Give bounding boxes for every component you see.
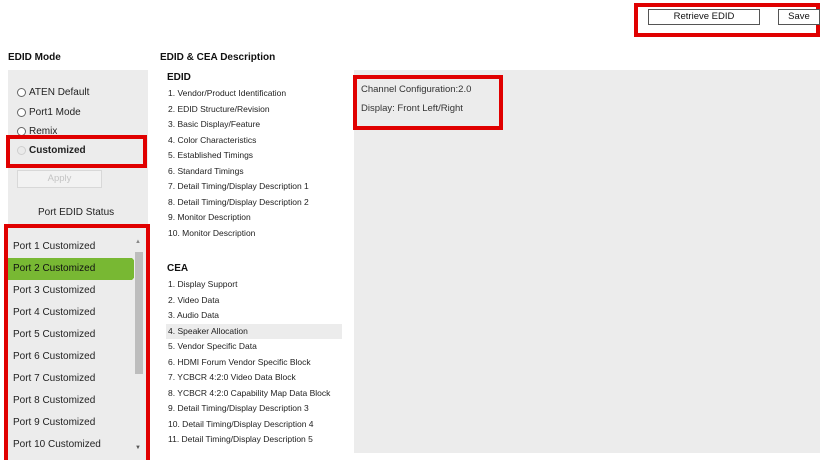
- edid-list-item[interactable]: 9. Monitor Description: [166, 210, 342, 226]
- edid-list-item[interactable]: 3. Basic Display/Feature: [166, 117, 342, 133]
- port-status-item[interactable]: Port 4 Customized: [8, 302, 132, 324]
- cea-section-header: CEA: [167, 263, 189, 274]
- port-status-item[interactable]: Port 3 Customized: [8, 280, 132, 302]
- port-list-scroll-thumb[interactable]: [135, 252, 143, 374]
- edid-list-item[interactable]: 10. Monitor Description: [166, 226, 342, 242]
- radio-aten-default[interactable]: ATEN Default: [17, 87, 89, 98]
- cea-list-item[interactable]: 3. Audio Data: [166, 308, 342, 324]
- port-status-item[interactable]: Port 5 Customized: [8, 324, 132, 346]
- edid-list-item[interactable]: 5. Established Timings: [166, 148, 342, 164]
- radio-button-icon[interactable]: [17, 88, 26, 97]
- customized-highlight-frame: [6, 135, 147, 168]
- port-status-item[interactable]: Port 6 Customized: [8, 346, 132, 368]
- edid-item-list: 1. Vendor/Product Identification 2. EDID …: [166, 86, 342, 241]
- cea-list-item[interactable]: 4. Speaker Allocation: [166, 323, 342, 339]
- cea-item-list: 1. Display Support 2. Video Data 3. Audio …: [166, 277, 342, 448]
- port-status-item[interactable]: Port 1 Customized: [8, 236, 132, 258]
- display-channels-text: Display: Front Left/Right: [361, 103, 463, 114]
- cea-list-item[interactable]: 2. Video Data: [166, 293, 342, 309]
- scroll-up-arrow-icon[interactable]: ▲: [135, 239, 141, 245]
- port-status-item[interactable]: Port 7 Customized: [8, 368, 132, 390]
- scroll-down-arrow-icon[interactable]: ▼: [135, 445, 141, 451]
- cea-list-item[interactable]: 1. Display Support: [166, 277, 342, 293]
- edid-list-item[interactable]: 1. Vendor/Product Identification: [166, 86, 342, 102]
- cea-list-item[interactable]: 11. Detail Timing/Display Description 5: [166, 432, 342, 448]
- port-edid-status-title: Port EDID Status: [38, 207, 115, 218]
- edid-list-item[interactable]: 8. Detail Timing/Display Description 2: [166, 195, 342, 211]
- save-button[interactable]: Save: [778, 9, 820, 25]
- cea-list-item[interactable]: 5. Vendor Specific Data: [166, 339, 342, 355]
- radio-button-icon[interactable]: [17, 108, 26, 117]
- radio-label: Port1 Mode: [29, 107, 81, 118]
- channel-configuration-text: Channel Configuration:2.0: [361, 84, 472, 95]
- cea-list-item[interactable]: 9. Detail Timing/Display Description 3: [166, 401, 342, 417]
- radio-label: ATEN Default: [29, 87, 90, 98]
- cea-list-item[interactable]: 6. HDMI Forum Vendor Specific Block: [166, 355, 342, 371]
- port-status-item[interactable]: Port 10 Customized: [8, 434, 132, 456]
- port-status-item[interactable]: Port 8 Customized: [8, 390, 132, 412]
- edid-cea-description-title: EDID & CEA Description: [160, 52, 276, 63]
- port-status-list: Port 1 Customized Port 2 Customized Port 3…: [8, 236, 142, 456]
- port-status-item[interactable]: Port 2 Customized: [8, 258, 142, 280]
- edid-mode-title: EDID Mode: [8, 52, 61, 63]
- edid-list-item[interactable]: 6. Standard Timings: [166, 164, 342, 180]
- port-status-item[interactable]: Port 9 Customized: [8, 412, 132, 434]
- apply-button[interactable]: Apply: [17, 170, 102, 188]
- edid-list-item[interactable]: 4. Color Characteristics: [166, 133, 342, 149]
- edid-section-header: EDID: [167, 72, 191, 83]
- cea-list-item[interactable]: 7. YCBCR 4:2:0 Video Data Block: [166, 370, 342, 386]
- cea-list-item[interactable]: 10. Detail Timing/Display Description 4: [166, 417, 342, 433]
- cea-list-item[interactable]: 8. YCBCR 4:2:0 Capability Map Data Block: [166, 386, 342, 402]
- edid-list-item[interactable]: 2. EDID Structure/Revision: [166, 102, 342, 118]
- edid-list-item[interactable]: 7. Detail Timing/Display Description 1: [166, 179, 342, 195]
- radio-port1-mode[interactable]: Port1 Mode: [17, 107, 81, 118]
- retrieve-edid-button[interactable]: Retrieve EDID: [648, 9, 760, 25]
